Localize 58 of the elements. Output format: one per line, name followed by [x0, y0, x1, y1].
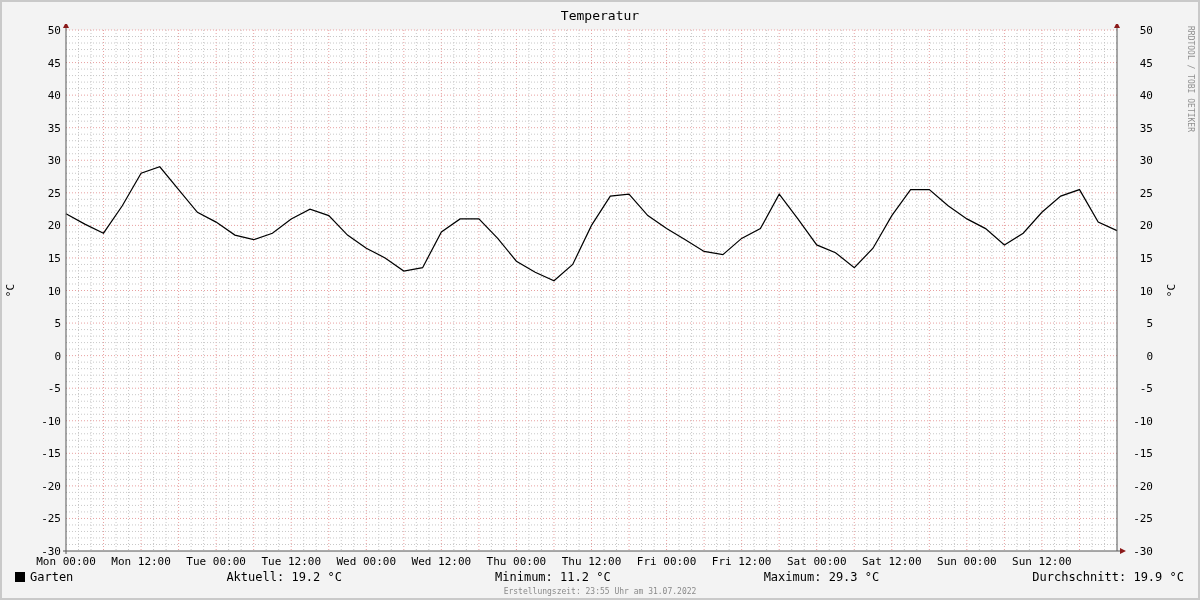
- y-tick-label: -20: [1133, 479, 1153, 493]
- y-tick-label: 0: [54, 349, 61, 363]
- y-tick-label: 20: [1139, 219, 1153, 233]
- y-tick-label: -25: [1133, 512, 1153, 526]
- x-tick-label: Mon 00:00: [36, 555, 96, 568]
- chart-title: Temperatur: [560, 8, 640, 24]
- y-tick-label: 10: [47, 284, 61, 298]
- y-tick-label: -30: [41, 545, 61, 558]
- footer-timestamp: Erstellungszeit: 23:55 Uhr am 31.07.2022: [503, 587, 697, 596]
- y-tick-label: 35: [1139, 121, 1153, 135]
- x-tick-label: Sat 12:00: [862, 555, 922, 568]
- y-tick-label: -15: [1133, 447, 1153, 461]
- y-tick-label: -10: [1133, 414, 1153, 428]
- legend-stat: Maximum: 29.3 °C: [763, 570, 880, 584]
- x-tick-label: Fri 00:00: [636, 555, 697, 568]
- y-tick-label: 5: [54, 317, 61, 331]
- x-tick-label: Sun 12:00: [1012, 555, 1072, 568]
- y-tick-label: -25: [41, 512, 61, 526]
- y-tick-label: -20: [41, 479, 61, 493]
- y-tick-label: 15: [1139, 251, 1153, 265]
- y-tick-label: 40: [1139, 89, 1153, 103]
- y-tick-label: -10: [41, 414, 61, 428]
- x-tick-label: Thu 00:00: [486, 555, 547, 568]
- x-tick-label: Tue 00:00: [186, 555, 246, 568]
- y-axis-label: °C: [1165, 283, 1178, 298]
- x-tick-label: Wed 12:00: [411, 555, 472, 568]
- x-tick-label: Wed 00:00: [336, 555, 397, 568]
- y-tick-label: 45: [1139, 56, 1153, 70]
- y-tick-label: 50: [47, 24, 61, 37]
- y-tick-label: 30: [47, 154, 61, 168]
- x-tick-label: Thu 12:00: [561, 555, 622, 568]
- legend-stat: Aktuell: 19.2 °C: [226, 570, 342, 584]
- y-tick-label: 15: [47, 251, 61, 265]
- x-tick-label: Sun 00:00: [937, 555, 997, 568]
- legend-stat: Durchschnitt: 19.9 °C: [1032, 570, 1184, 584]
- legend-stat: Minimum: 11.2 °C: [495, 570, 611, 584]
- y-tick-label: -15: [41, 447, 61, 461]
- y-tick-label: 20: [47, 219, 61, 233]
- y-tick-label: -5: [1139, 382, 1153, 396]
- y-tick-label: 5: [1146, 317, 1153, 331]
- y-tick-label: 50: [1139, 24, 1153, 37]
- y-tick-label: 25: [1139, 186, 1153, 200]
- y-tick-label: 30: [1139, 154, 1153, 168]
- y-tick-label: 0: [1146, 349, 1153, 363]
- y-tick-label: 40: [47, 89, 61, 103]
- y-tick-label: -30: [1133, 545, 1153, 558]
- y-tick-label: -5: [47, 382, 61, 396]
- x-tick-label: Tue 12:00: [261, 555, 321, 568]
- x-tick-label: Fri 12:00: [711, 555, 772, 568]
- y-tick-label: 35: [47, 121, 61, 135]
- x-tick-label: Sat 00:00: [786, 555, 847, 568]
- y-tick-label: 10: [1139, 284, 1153, 298]
- y-axis-label: °C: [4, 283, 17, 298]
- credit-text: RRDTOOL / TOBI OETIKER: [1186, 26, 1195, 132]
- legend-label: Garten: [30, 570, 74, 584]
- y-tick-label: 45: [47, 56, 61, 70]
- y-tick-label: 25: [47, 186, 61, 200]
- x-tick-label: Mon 12:00: [111, 555, 171, 568]
